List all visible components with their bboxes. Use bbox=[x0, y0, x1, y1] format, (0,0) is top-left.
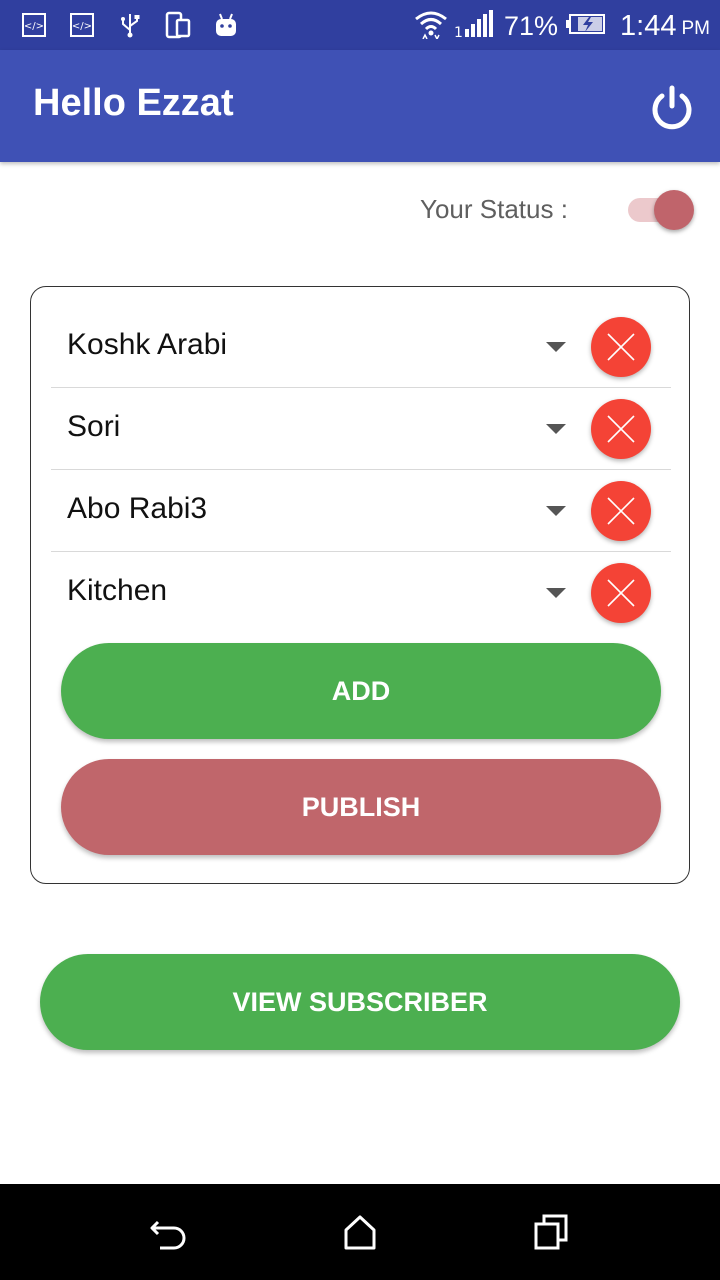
svg-text:</>: </> bbox=[24, 21, 44, 32]
chevron-down-icon[interactable] bbox=[546, 424, 566, 434]
usb-icon bbox=[116, 11, 144, 39]
chevron-down-icon[interactable] bbox=[546, 506, 566, 516]
page-title: Hello Ezzat bbox=[33, 82, 234, 124]
code-icon: </> bbox=[68, 11, 96, 39]
recents-icon[interactable] bbox=[532, 1212, 572, 1252]
wifi-icon bbox=[414, 9, 448, 44]
code-icon: </> bbox=[20, 11, 48, 39]
delete-item-button[interactable] bbox=[591, 317, 651, 377]
item-spinner-label[interactable]: Koshk Arabi bbox=[67, 328, 227, 362]
delete-item-button[interactable] bbox=[591, 481, 651, 541]
devices-icon bbox=[164, 11, 192, 39]
list-item: Kitchen bbox=[51, 552, 671, 634]
clock-time: 1:44 bbox=[620, 9, 677, 42]
close-icon bbox=[607, 497, 635, 525]
chevron-down-icon[interactable] bbox=[546, 588, 566, 598]
delete-item-button[interactable] bbox=[591, 399, 651, 459]
android-icon bbox=[212, 11, 240, 39]
add-button[interactable]: ADD bbox=[61, 643, 661, 739]
publish-button[interactable]: PUBLISH bbox=[61, 759, 661, 855]
chevron-down-icon[interactable] bbox=[546, 342, 566, 352]
signal-icon: 1 bbox=[454, 9, 494, 44]
item-spinner-label[interactable]: Sori bbox=[67, 410, 120, 444]
battery-charging-icon bbox=[566, 13, 606, 40]
list-item: Sori bbox=[51, 388, 671, 470]
item-spinner-label[interactable]: Kitchen bbox=[67, 574, 167, 608]
notification-icons: </> </> bbox=[20, 10, 240, 40]
back-icon[interactable] bbox=[148, 1212, 188, 1252]
battery-percent: 71% bbox=[504, 10, 559, 41]
svg-text:</>: </> bbox=[72, 21, 92, 32]
navigation-bar bbox=[0, 1184, 720, 1280]
status-toggle[interactable] bbox=[628, 188, 694, 232]
view-subscriber-button[interactable]: VIEW SUBSCRIBER bbox=[40, 954, 680, 1050]
item-spinner-label[interactable]: Abo Rabi3 bbox=[67, 492, 207, 526]
list-item: Koshk Arabi bbox=[51, 306, 671, 388]
toggle-thumb bbox=[654, 190, 694, 230]
items-card: Koshk Arabi Sori Abo Rabi3 Kitchen ADD P… bbox=[30, 286, 690, 884]
list-item: Abo Rabi3 bbox=[51, 470, 671, 552]
svg-text:1: 1 bbox=[454, 25, 463, 39]
delete-item-button[interactable] bbox=[591, 563, 651, 623]
item-list: Koshk Arabi Sori Abo Rabi3 Kitchen bbox=[51, 306, 671, 634]
close-icon bbox=[607, 415, 635, 443]
home-icon[interactable] bbox=[340, 1212, 380, 1252]
status-bar: </> </> 1 71% 1:44 PM bbox=[0, 0, 720, 50]
status-label: Your Status : bbox=[420, 194, 568, 224]
power-icon[interactable] bbox=[648, 84, 696, 132]
clock-ampm: PM bbox=[681, 18, 711, 39]
close-icon bbox=[607, 333, 635, 361]
close-icon bbox=[607, 579, 635, 607]
app-bar: Hello Ezzat bbox=[0, 50, 720, 162]
